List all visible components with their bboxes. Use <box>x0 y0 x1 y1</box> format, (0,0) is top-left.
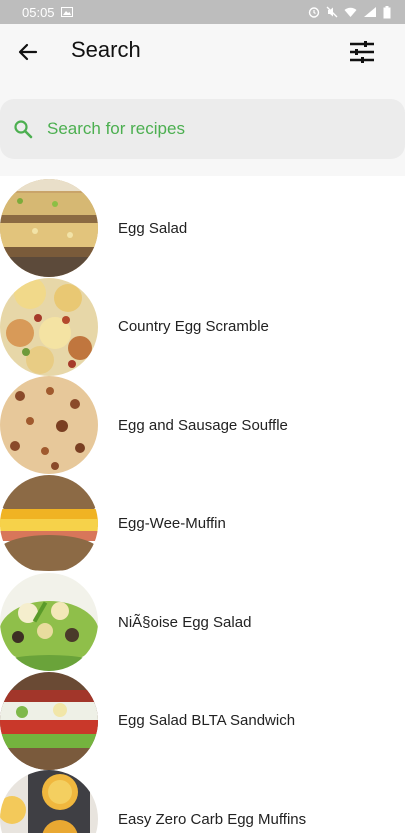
recipe-item-country-egg-scramble[interactable]: Country Egg Scramble <box>0 277 405 377</box>
status-left: 05:05 <box>22 5 73 20</box>
recipe-thumbnail <box>0 573 98 672</box>
search-input[interactable] <box>47 119 347 139</box>
sliders-icon <box>350 41 374 63</box>
recipe-item-egg-wee-muffin[interactable]: Egg-Wee-Muffin <box>0 474 405 574</box>
search-box[interactable] <box>0 99 405 159</box>
status-right <box>308 5 391 19</box>
recipe-thumbnail <box>0 277 98 376</box>
recipe-name: Country Egg Scramble <box>118 318 269 336</box>
recipe-thumbnail <box>0 770 98 833</box>
recipe-thumbnail <box>0 671 98 770</box>
recipe-item-nicoise-egg-salad[interactable]: NiÃ§oise Egg Salad <box>0 573 405 672</box>
recipe-thumbnail <box>0 179 98 278</box>
alarm-icon <box>308 6 320 18</box>
recipe-thumbnail <box>0 376 98 475</box>
recipe-name: Egg and Sausage Souffle <box>118 416 288 434</box>
filter-button[interactable] <box>349 39 375 65</box>
battery-icon <box>383 5 391 19</box>
recipe-name: Egg-Wee-Muffin <box>118 515 226 533</box>
mute-icon <box>326 6 338 18</box>
recipe-item-easy-zero-carb-egg-muffins[interactable]: Easy Zero Carb Egg Muffins <box>0 770 405 833</box>
app-header: Search <box>0 24 405 176</box>
signal-icon <box>363 6 377 18</box>
recipe-item-egg-salad[interactable]: Egg Salad <box>0 179 405 278</box>
recipe-name: NiÃ§oise Egg Salad <box>118 613 252 631</box>
search-icon <box>14 120 33 139</box>
recipe-item-egg-and-sausage-souffle[interactable]: Egg and Sausage Souffle <box>0 376 405 475</box>
page-title: Search <box>71 37 141 62</box>
gallery-notification-icon <box>60 5 73 20</box>
recipe-thumbnail <box>0 474 98 573</box>
status-bar: 05:05 <box>0 0 405 24</box>
recipe-name: Egg Salad <box>118 219 188 237</box>
status-time: 05:05 <box>22 4 55 20</box>
recipe-list: Egg Salad Country Egg Scramble Egg and S… <box>0 179 405 833</box>
back-button[interactable] <box>16 40 40 64</box>
recipe-name: Easy Zero Carb Egg Muffins <box>118 810 307 828</box>
recipe-item-egg-salad-blta-sandwich[interactable]: Egg Salad BLTA Sandwich <box>0 671 405 771</box>
arrow-left-icon <box>18 43 38 61</box>
wifi-icon <box>344 6 357 18</box>
recipe-name: Egg Salad BLTA Sandwich <box>118 712 296 730</box>
